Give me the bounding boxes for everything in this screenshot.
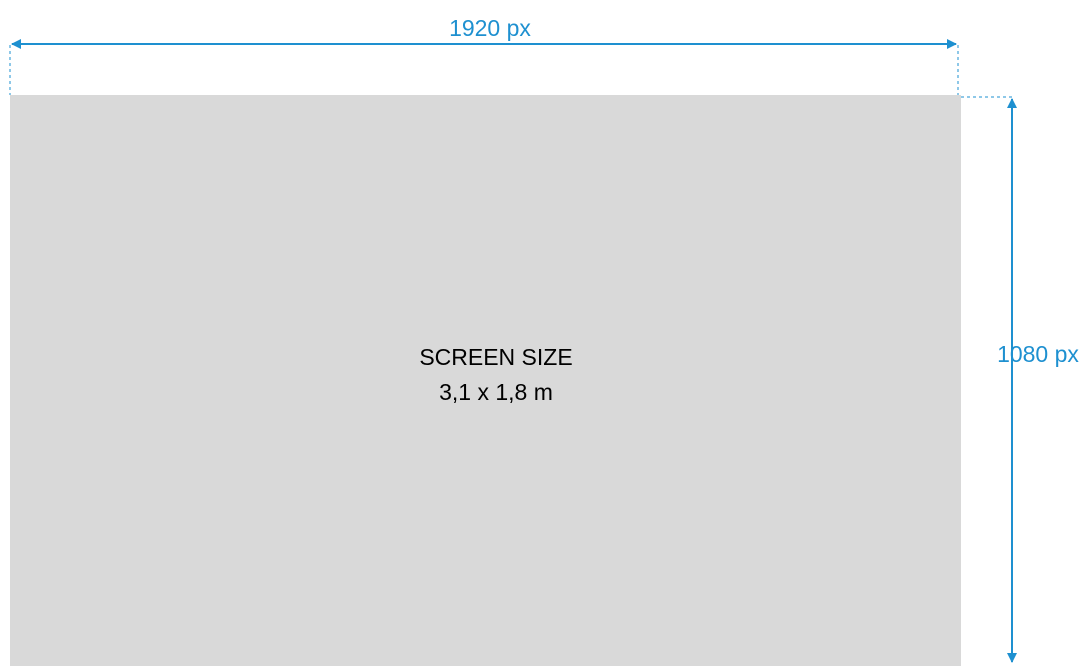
screen-size-text: 3,1 x 1,8 m	[439, 379, 553, 405]
screen-size-diagram: 1920 px 1080 px SCREEN SIZE 3,1 x 1,8 m	[9, 15, 1079, 666]
screen-title: SCREEN SIZE	[419, 344, 572, 370]
height-label: 1080 px	[997, 341, 1079, 367]
width-label: 1920 px	[449, 15, 531, 41]
